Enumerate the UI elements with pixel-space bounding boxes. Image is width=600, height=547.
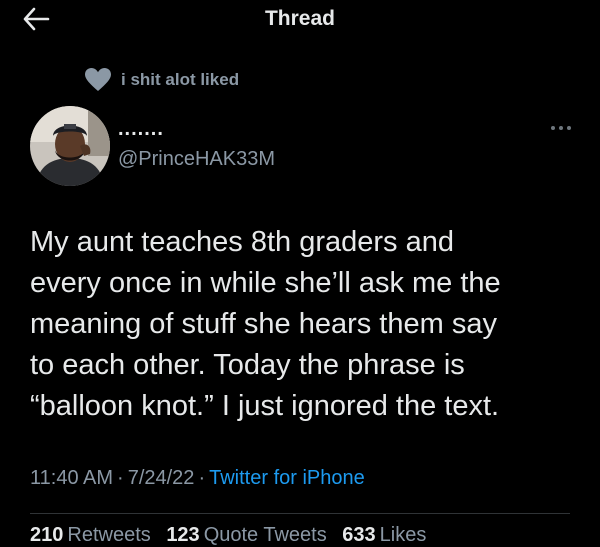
profile-photo [30, 106, 110, 186]
tweet-line: to each other. Today the phrase is [30, 349, 465, 381]
quote-tweets-label: Quote Tweets [203, 524, 327, 546]
social-context-text: i shit alot liked [121, 70, 240, 89]
social-context[interactable]: i shit alot liked [84, 66, 239, 94]
likes-count: 633 [342, 524, 376, 546]
tweet-stats: 210 Retweets 123 Quote Tweets 633 Likes [30, 524, 436, 547]
quote-tweets-count: 123 [166, 524, 200, 546]
more-options-button[interactable] [548, 118, 574, 138]
tweet-line: every once in while she’ll ask me the [30, 267, 501, 299]
tweet-line: My aunt teaches 8th graders and [30, 226, 454, 258]
tweet-time[interactable]: 11:40 AM [30, 467, 113, 489]
tweet-line: meaning of stuff she hears them say [30, 308, 497, 340]
more-dots-icon [551, 126, 571, 130]
top-bar: Thread [0, 0, 600, 40]
meta-separator: · [117, 467, 124, 489]
author-display-name[interactable]: ....... [118, 118, 164, 141]
meta-separator: · [198, 467, 206, 489]
likes-stat[interactable]: 633 Likes [342, 524, 426, 546]
likes-label: Likes [379, 524, 427, 546]
tweet-meta: 11:40 AM · 7/24/22 · Twitter for iPhone [30, 467, 365, 490]
avatar[interactable] [30, 106, 110, 186]
retweets-count: 210 [30, 524, 64, 546]
quote-tweets-stat[interactable]: 123 Quote Tweets [166, 524, 326, 546]
tweet-source-link[interactable]: Twitter for iPhone [209, 467, 365, 489]
retweets-label: Retweets [67, 524, 151, 546]
page-title: Thread [264, 7, 335, 30]
tweet-text: My aunt teaches 8th graders and every on… [30, 222, 590, 427]
tweet-date[interactable]: 7/24/22 [128, 467, 195, 489]
retweets-stat[interactable]: 210 Retweets [30, 524, 151, 546]
divider [30, 513, 570, 514]
heart-icon [85, 68, 111, 91]
tweet-line: “balloon knot.” I just ignored the text. [30, 390, 500, 422]
author-handle[interactable]: @PrinceHAK33M [118, 148, 275, 171]
